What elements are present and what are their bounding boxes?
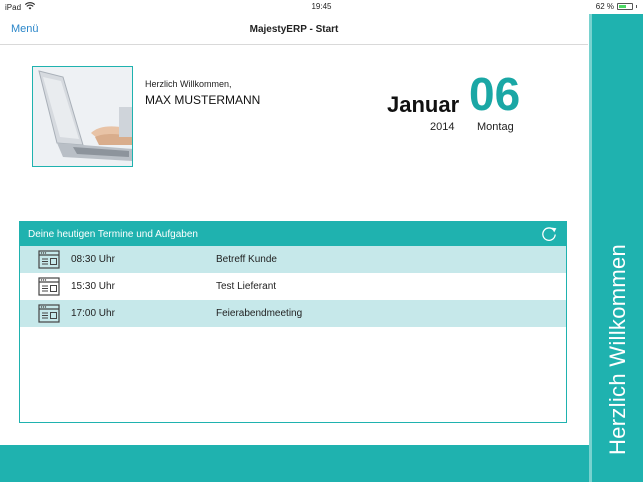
date-year: 2014 <box>430 121 455 133</box>
appointment-time: 08:30 Uhr <box>71 254 115 265</box>
calendar-window-icon <box>38 277 60 296</box>
appointment-time: 15:30 Uhr <box>71 281 115 292</box>
user-photo <box>32 66 133 167</box>
appointment-time: 17:00 Uhr <box>71 308 115 319</box>
laptop-photo-image <box>33 67 132 166</box>
side-panel-text-wrap: Herzlich Willkommen <box>605 244 635 455</box>
side-panel-label: Herzlich Willkommen <box>605 243 630 455</box>
bottom-bar <box>0 445 589 482</box>
calendar-window-icon <box>38 250 60 269</box>
appointment-row[interactable]: 17:00 Uhr Feierabendmeeting <box>20 300 566 327</box>
appointment-row[interactable]: 15:30 Uhr Test Lieferant <box>20 273 566 300</box>
battery-icon <box>617 3 633 10</box>
status-right: 62 % <box>596 2 637 11</box>
side-panel: Herzlich Willkommen <box>589 14 643 482</box>
refresh-icon[interactable] <box>539 224 559 244</box>
date-month: Januar <box>387 92 460 117</box>
status-bar: iPad 19:45 62 % <box>0 0 643 14</box>
user-name: MAX MUSTERMANN <box>145 93 261 107</box>
date-day: 06 <box>469 68 521 120</box>
appointments-panel: Deine heutigen Termine und Aufgaben 08:3… <box>19 221 567 423</box>
appointment-subject: Test Lieferant <box>216 281 277 292</box>
appointment-subject: Feierabendmeeting <box>216 308 303 319</box>
date-weekday: Montag <box>477 121 514 133</box>
appointment-subject: Betreff Kunde <box>216 254 277 265</box>
appointments-title: Deine heutigen Termine und Aufgaben <box>28 229 198 240</box>
appointment-row[interactable]: 08:30 Uhr Betreff Kunde <box>20 246 566 273</box>
appointments-header: Deine heutigen Termine und Aufgaben <box>20 222 566 246</box>
battery-fill <box>619 5 626 8</box>
calendar-window-icon <box>38 304 60 323</box>
battery-percent: 62 % <box>595 2 614 11</box>
status-time: 19:45 <box>311 2 332 11</box>
nav-bar: Menü MajestyERP - Start <box>0 14 588 45</box>
battery-tip <box>636 5 637 8</box>
page-title: MajestyERP - Start <box>249 24 339 35</box>
greeting-text: Herzlich Willkommen, <box>145 79 232 89</box>
